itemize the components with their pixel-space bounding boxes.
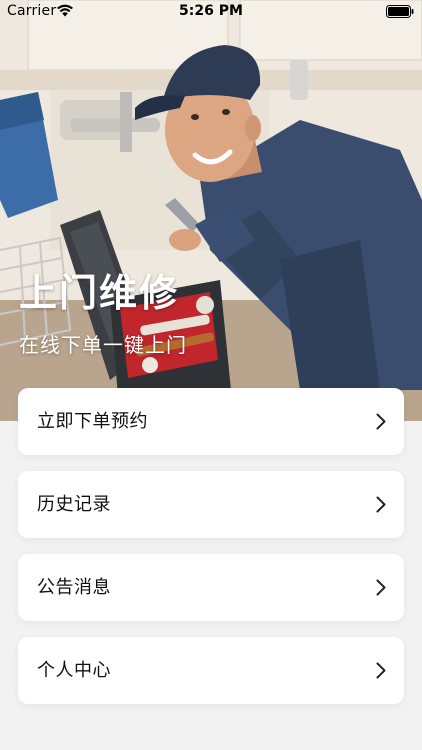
chevron-right-icon (376, 496, 386, 513)
menu-item-label: 历史记录 (37, 494, 111, 515)
app-screen: Carrier 5:26 PM 上门维修 在线下单一键上门 立即下单预约 历史记… (0, 0, 422, 750)
history-button[interactable]: 历史记录 (18, 471, 404, 538)
main-menu: 立即下单预约 历史记录 公告消息 个人中心 (18, 388, 404, 720)
clock-time: 5:26 PM (179, 3, 243, 19)
book-service-button[interactable]: 立即下单预约 (18, 388, 404, 455)
menu-item-label: 个人中心 (37, 660, 111, 681)
page-title: 上门维修 (19, 271, 180, 315)
page-subtitle: 在线下单一键上门 (19, 333, 187, 357)
announcements-button[interactable]: 公告消息 (18, 554, 404, 621)
chevron-right-icon (376, 662, 386, 679)
status-bar: Carrier 5:26 PM (0, 0, 422, 24)
profile-button[interactable]: 个人中心 (18, 637, 404, 704)
chevron-right-icon (376, 413, 386, 430)
battery-icon (386, 5, 414, 18)
chevron-right-icon (376, 579, 386, 596)
menu-item-label: 立即下单预约 (37, 411, 148, 432)
menu-item-label: 公告消息 (37, 577, 111, 598)
